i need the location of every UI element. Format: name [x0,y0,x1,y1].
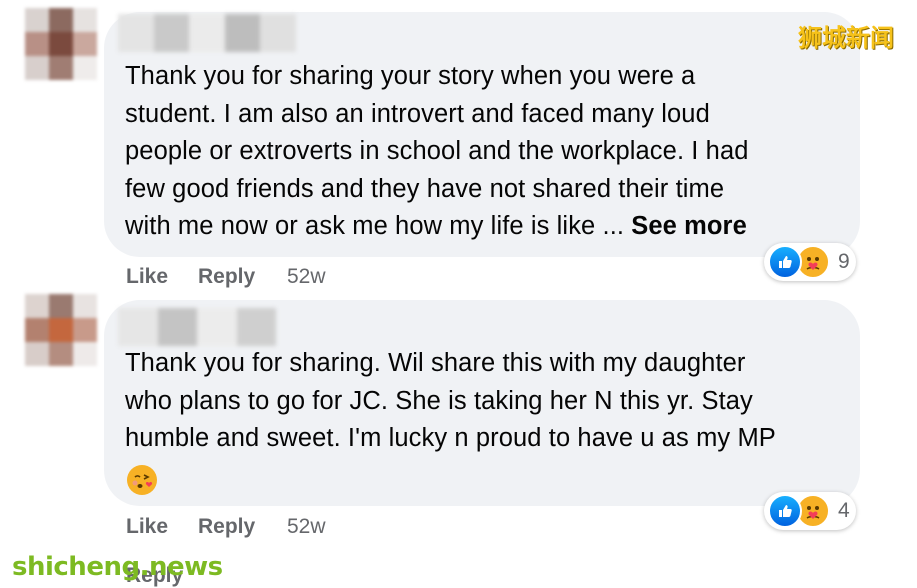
reply-button[interactable]: Reply [198,515,255,539]
commenter-name[interactable] [118,14,296,52]
watermark-site: shicheng.news [12,552,223,582]
comment-line: few good friends and they have not share… [125,174,725,203]
comment-text: Thank you for sharing. Wil share this wi… [125,345,776,458]
comment-line: humble and sweet. I'm lucky n proud to h… [125,424,776,452]
reaction-count: 4 [838,499,850,522]
like-button[interactable]: Like [126,515,168,539]
see-more-link[interactable]: See more [631,212,747,240]
comment-line: people or extroverts in school and the w… [125,137,749,165]
commenter-avatar[interactable] [25,294,97,366]
like-icon [768,245,802,279]
like-icon [768,494,802,528]
reaction-summary[interactable]: 9 [764,243,856,281]
comment-timestamp[interactable]: 52w [287,515,326,539]
reaction-summary[interactable]: 4 [764,492,856,530]
reaction-count: 9 [838,250,850,273]
comment-timestamp[interactable]: 52w [287,265,326,289]
face-blowing-kiss-icon [127,465,157,495]
watermark-logo: 狮城新闻 [798,24,894,52]
comment-line: Thank you for sharing your story when yo… [125,62,696,90]
comment-line: Thank you for sharing. Wil share this wi… [125,349,746,377]
comment-line: who plans to go for JC. She is taking he… [125,386,753,415]
commenter-name[interactable] [118,308,276,346]
comment-text: Thank you for sharing your story when yo… [125,58,749,246]
comment-line-text: with me now or ask me how my life is lik… [125,212,625,240]
comment-line: student. I am also an introvert and face… [125,99,710,128]
commenter-avatar[interactable] [25,8,97,80]
like-button[interactable]: Like [126,265,168,289]
comment-line: with me now or ask me how my life is lik… [125,208,749,246]
reply-button[interactable]: Reply [198,265,255,289]
